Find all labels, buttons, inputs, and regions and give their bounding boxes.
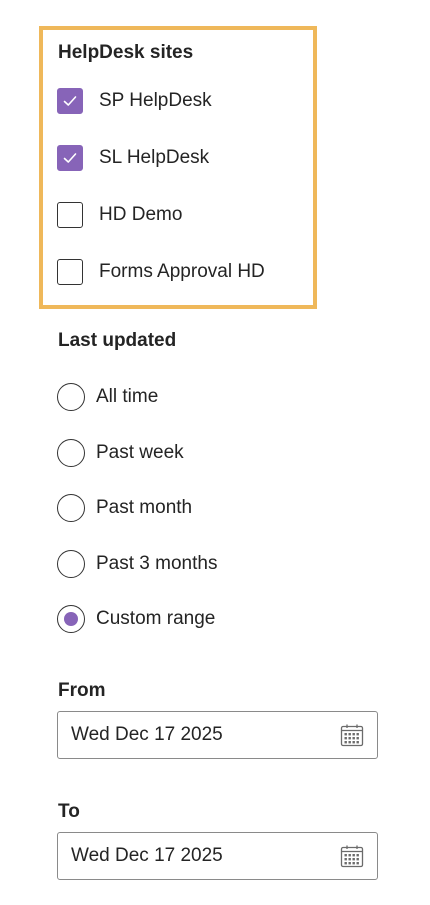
radio-selected-dot [64,612,78,626]
to-date-field[interactable]: Wed Dec 17 2025 [57,832,378,880]
radio-label: All time [96,386,159,407]
radio-past-week[interactable]: Past week [57,438,184,468]
checkbox-unchecked-box[interactable] [57,202,83,228]
radio-label: Past month [96,497,193,518]
checkbox-label: HD Demo [99,204,183,225]
radio-label: Past 3 months [96,553,218,574]
checkbox-checked-box[interactable] [57,145,83,171]
radio-custom-range[interactable]: Custom range [57,604,215,634]
from-label: From [58,680,106,701]
checkbox-forms-approval-hd[interactable]: Forms Approval HD [57,257,265,287]
checkmark-icon [63,96,77,106]
checkbox-hd-demo[interactable]: HD Demo [57,200,182,230]
checkbox-checked-box[interactable] [57,88,83,114]
radio-button[interactable] [57,439,85,467]
radio-button-selected[interactable] [57,605,85,633]
radio-button[interactable] [57,550,85,578]
last-updated-title: Last updated [58,330,177,351]
radio-button[interactable] [57,383,85,411]
calendar-icon[interactable] [339,843,365,869]
checkbox-sl-helpdesk[interactable]: SL HelpDesk [57,143,209,173]
radio-past-3-months[interactable]: Past 3 months [57,549,217,579]
helpdesk-sites-title: HelpDesk sites [58,42,194,63]
from-date-value: Wed Dec 17 2025 [71,724,223,745]
checkbox-sp-helpdesk[interactable]: SP HelpDesk [57,86,212,116]
checkbox-label: SP HelpDesk [99,90,212,111]
radio-button[interactable] [57,494,85,522]
radio-label: Custom range [96,608,216,629]
checkbox-label: Forms Approval HD [99,261,265,282]
from-date-field[interactable]: Wed Dec 17 2025 [57,711,378,759]
radio-label: Past week [96,442,184,463]
checkbox-label: SL HelpDesk [99,147,210,168]
radio-all-time[interactable]: All time [57,382,158,412]
calendar-icon[interactable] [339,722,365,748]
radio-past-month[interactable]: Past month [57,493,192,523]
to-date-value: Wed Dec 17 2025 [71,845,223,866]
checkmark-icon [63,153,77,163]
to-label: To [58,801,80,822]
checkbox-unchecked-box[interactable] [57,259,83,285]
